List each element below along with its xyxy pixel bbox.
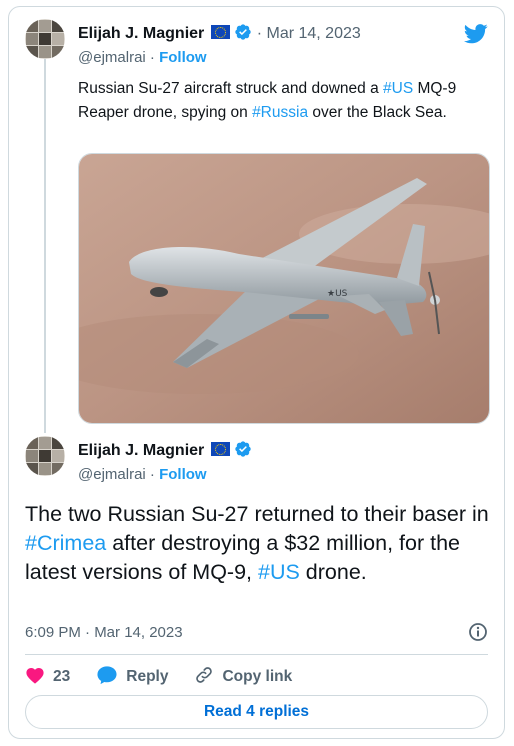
action-bar: 23 Reply Copy link: [25, 659, 318, 695]
author-avatar[interactable]: [25, 436, 65, 476]
verified-badge-icon: [234, 440, 252, 463]
divider: [25, 654, 488, 655]
reply-label: Reply: [126, 668, 169, 685]
copy-link-button[interactable]: Copy link: [194, 665, 292, 690]
hashtag-link[interactable]: #US: [258, 560, 300, 584]
mq9-reaper-drone-photo: ★US: [79, 154, 489, 423]
separator-dot: ·: [149, 49, 155, 66]
author-name-row: Elijah J. Magnier · Mar 14, 2023: [78, 23, 361, 46]
heart-icon: [25, 666, 53, 689]
text-segment: The two Russian Su-27 returned to their …: [25, 502, 489, 526]
handle-row: @ejmalrai · Follow: [78, 49, 207, 66]
tweet-text: Russian Su-27 aircraft struck and downed…: [78, 77, 488, 125]
tweet-media-image[interactable]: ★US: [78, 153, 490, 424]
author-handle[interactable]: @ejmalrai: [78, 49, 146, 66]
like-count: 23: [53, 668, 71, 685]
separator-dot: ·: [149, 466, 155, 483]
info-icon[interactable]: [468, 622, 488, 647]
text-segment: Russian Su-27 aircraft struck and downed…: [78, 80, 383, 97]
text-segment: over the Black Sea.: [308, 104, 447, 121]
verified-badge-icon: [234, 23, 252, 46]
link-icon: [194, 665, 222, 690]
author-name[interactable]: Elijah J. Magnier: [78, 442, 204, 459]
hashtag-link[interactable]: #Crimea: [25, 531, 106, 555]
hashtag-link[interactable]: #Russia: [252, 104, 308, 121]
like-button[interactable]: 23: [25, 666, 70, 689]
reply-button[interactable]: Reply: [96, 665, 168, 690]
twitter-bird-icon[interactable]: [464, 24, 488, 49]
tweet-text: The two Russian Su-27 returned to their …: [25, 500, 495, 587]
author-avatar[interactable]: [25, 19, 65, 59]
text-segment: drone.: [299, 560, 367, 584]
handle-row: @ejmalrai · Follow: [78, 466, 207, 483]
hashtag-link[interactable]: #US: [383, 80, 413, 97]
svg-text:★US: ★US: [327, 289, 348, 299]
thread-connector-line: [44, 59, 46, 433]
follow-button[interactable]: Follow: [159, 466, 207, 483]
eu-flag-icon: [211, 442, 231, 456]
tweet-timestamp[interactable]: 6:09 PM · Mar 14, 2023: [25, 624, 183, 641]
eu-flag-icon: [211, 25, 231, 39]
copy-link-label: Copy link: [222, 668, 293, 685]
author-handle[interactable]: @ejmalrai: [78, 466, 146, 483]
read-replies-label: Read 4 replies: [203, 703, 310, 720]
follow-button[interactable]: Follow: [159, 49, 207, 66]
author-name[interactable]: Elijah J. Magnier: [78, 25, 204, 42]
read-replies-button[interactable]: Read 4 replies: [25, 695, 488, 729]
author-name-row: Elijah J. Magnier: [78, 440, 252, 463]
reply-bubble-icon: [96, 665, 126, 690]
tweet-date[interactable]: · Mar 14, 2023: [257, 25, 361, 42]
tweet-embed-card: Elijah J. Magnier · Mar 14, 2023 @ejmalr…: [8, 6, 505, 739]
